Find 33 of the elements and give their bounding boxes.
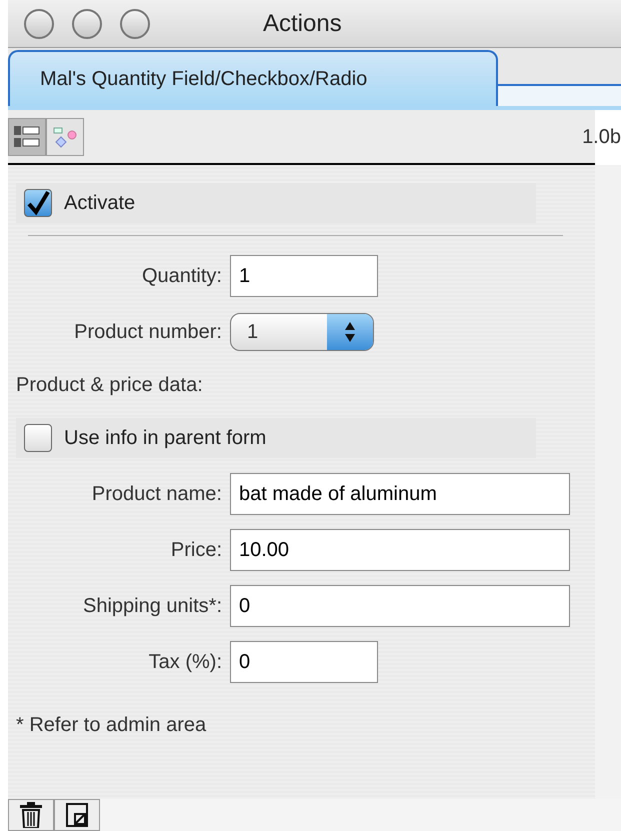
field-label: Quantity: xyxy=(140,264,223,289)
window-resize-icon xyxy=(66,803,88,827)
field-label: Tax (%): xyxy=(148,650,223,675)
checkbox[interactable] xyxy=(24,424,52,452)
tab[interactable]: Mal's Quantity Field/Checkbox/Radio xyxy=(8,50,498,106)
window-title: Actions xyxy=(263,8,342,38)
field-label: Product name: xyxy=(90,482,223,507)
text-field[interactable]: 0 xyxy=(230,585,570,627)
window-control[interactable] xyxy=(24,8,54,38)
field-label: Price: xyxy=(170,538,223,563)
footnote: * Refer to admin area xyxy=(16,713,208,738)
window-control[interactable] xyxy=(72,8,102,38)
checkbox-label: Activate xyxy=(64,191,136,216)
popup-menu[interactable]: 1 xyxy=(230,313,374,351)
layout-view-button[interactable] xyxy=(8,118,46,156)
text-field[interactable]: bat made of aluminum xyxy=(230,473,570,515)
checkbox[interactable] xyxy=(24,189,52,217)
version-label: 1.0b xyxy=(582,124,621,150)
field-label: Shipping units*: xyxy=(82,594,223,619)
diagram-icon xyxy=(52,124,78,148)
delete-button[interactable] xyxy=(8,799,54,831)
trash-icon xyxy=(19,802,43,828)
layout-icon xyxy=(13,124,41,148)
window-control[interactable] xyxy=(120,8,150,38)
section-heading: Product & price data: xyxy=(16,373,204,398)
text-field[interactable]: 10.00 xyxy=(230,529,570,571)
text-field[interactable]: 0 xyxy=(230,641,378,683)
checkmark-icon xyxy=(26,190,50,216)
stepper-arrows-icon xyxy=(344,321,356,343)
checkbox-label: Use info in parent form xyxy=(64,426,266,451)
resize-button[interactable] xyxy=(54,799,100,831)
field-label: Product number: xyxy=(73,320,223,345)
text-field[interactable]: 1 xyxy=(230,255,378,297)
